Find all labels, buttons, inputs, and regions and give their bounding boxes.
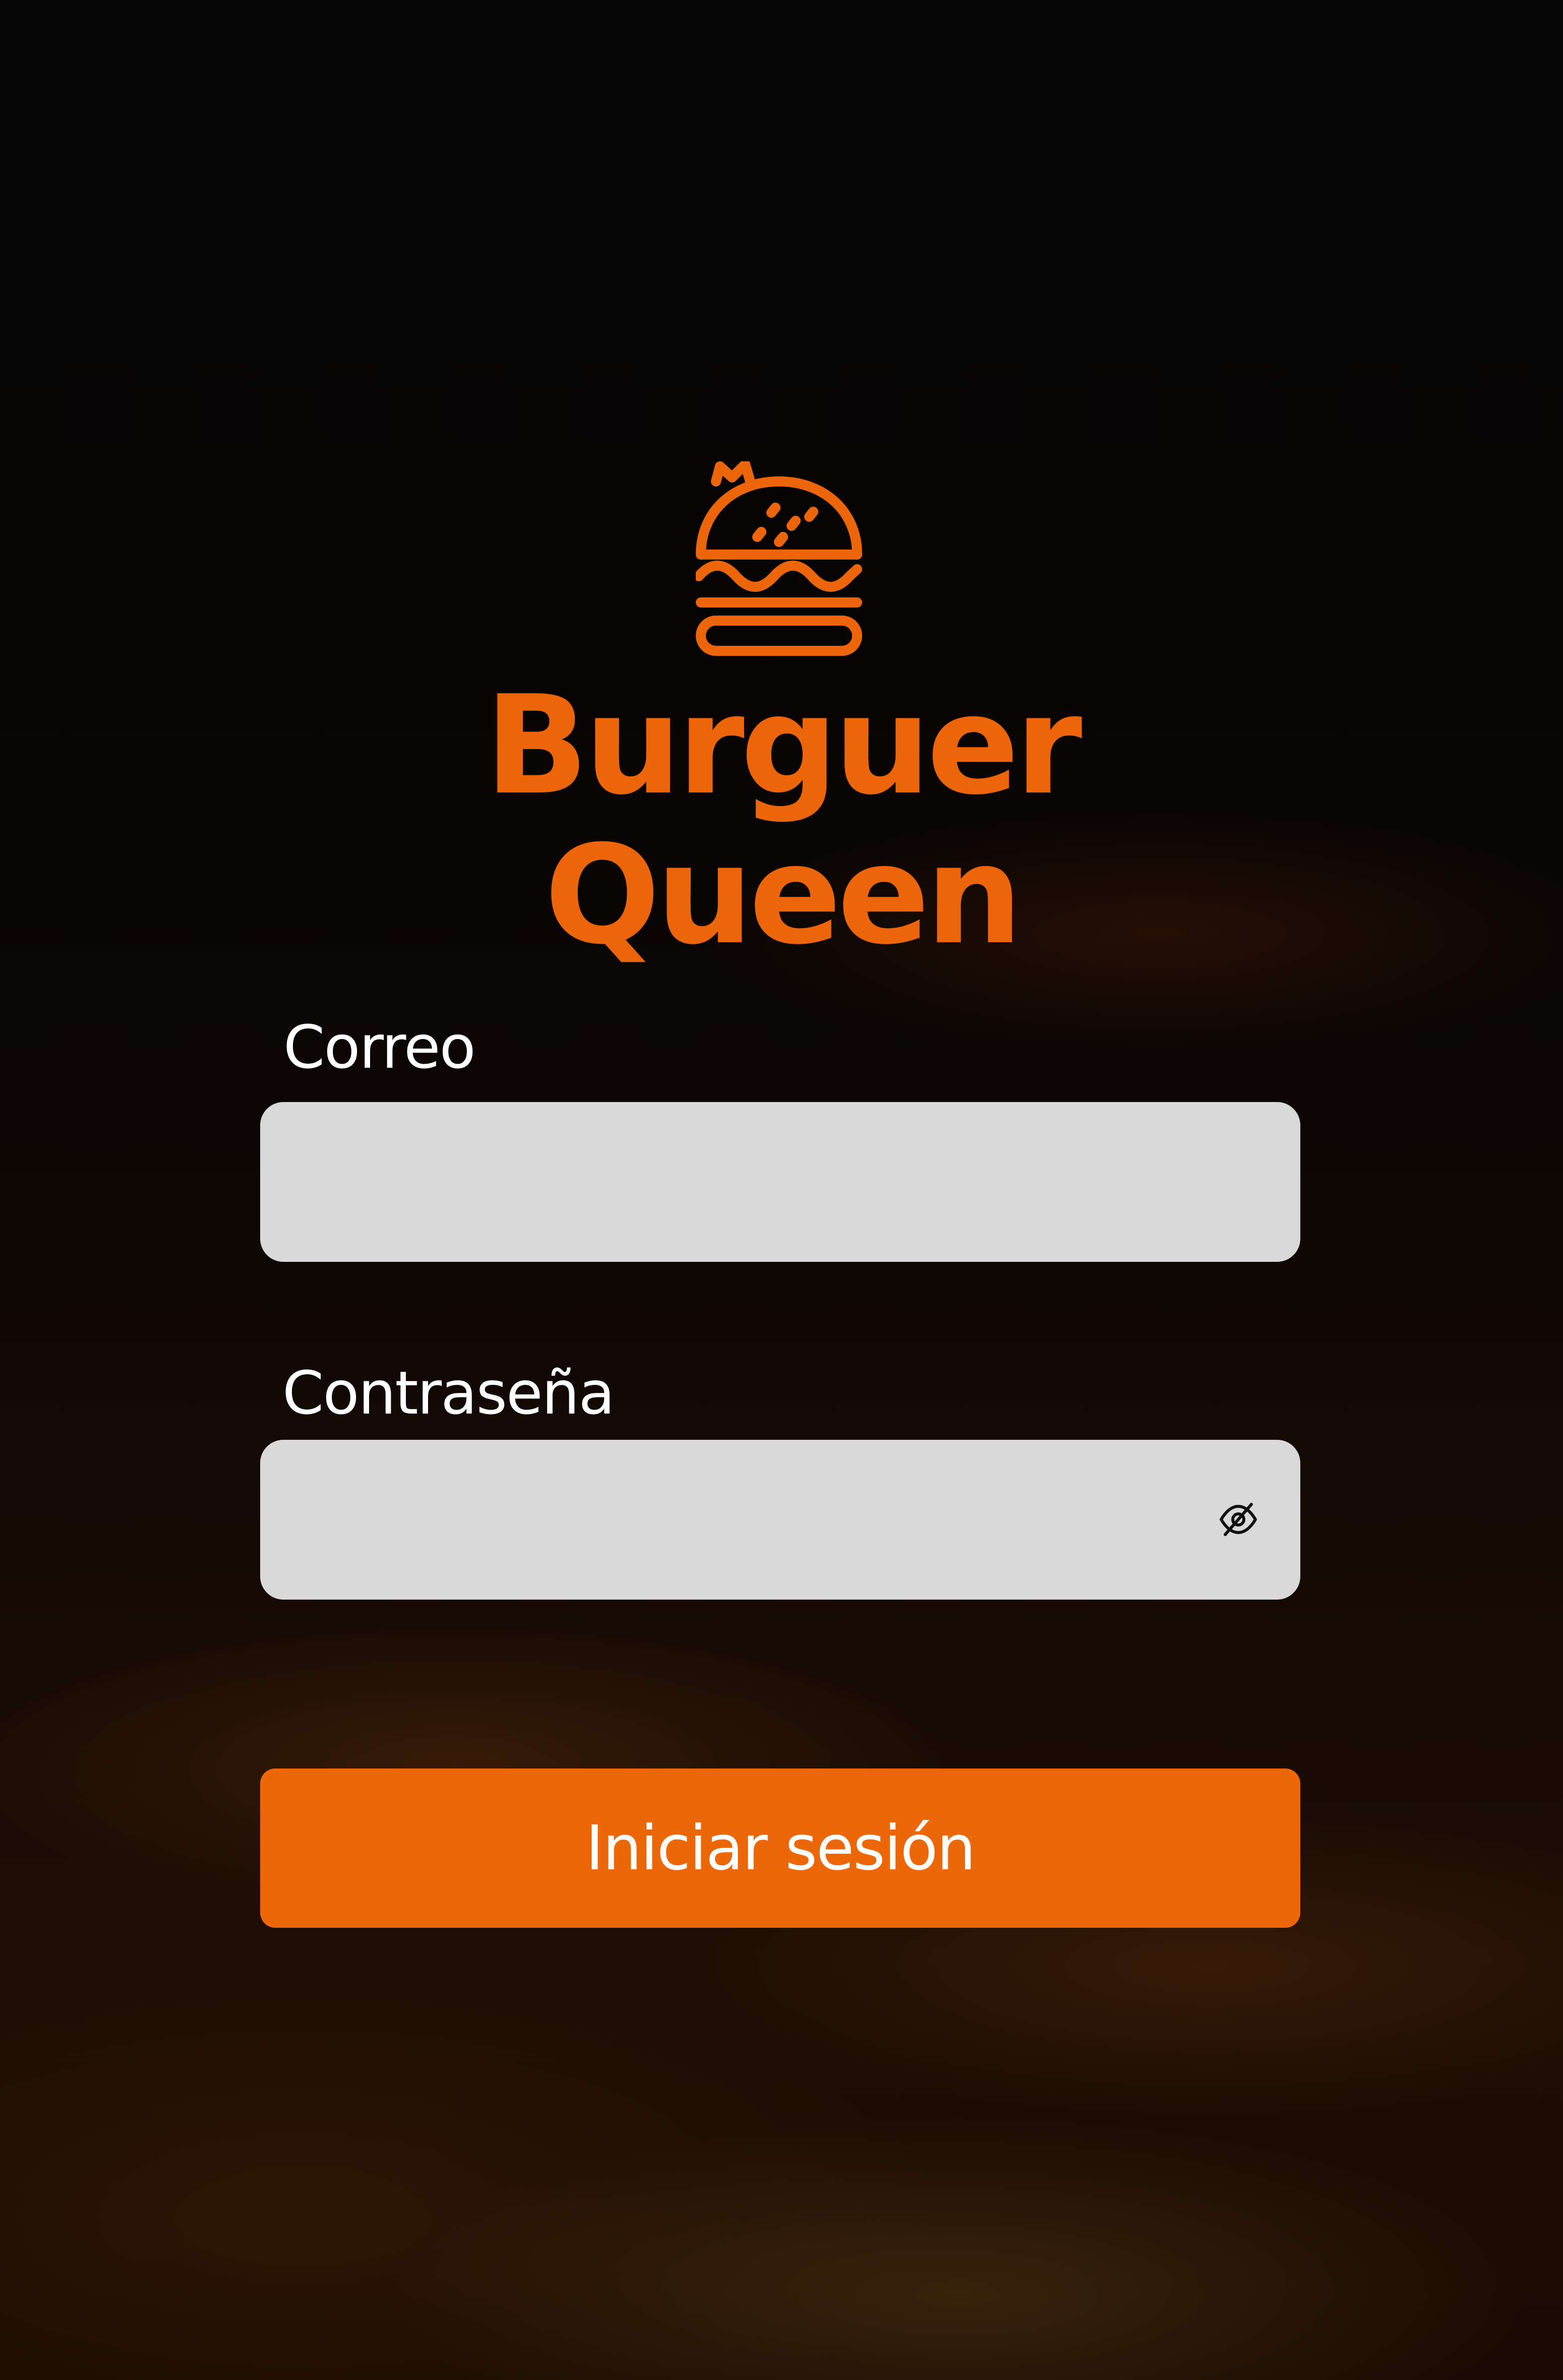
email-field[interactable] (260, 1102, 1300, 1262)
brand-name: Burguer Queen (485, 666, 1083, 974)
eye-off-icon[interactable] (1218, 1501, 1258, 1538)
password-field[interactable] (260, 1440, 1300, 1600)
login-button[interactable]: Iniciar sesión (260, 1768, 1300, 1928)
crowned-burger-icon (696, 461, 862, 656)
email-label: Correo (283, 1012, 476, 1082)
password-label: Contraseña (282, 1358, 615, 1428)
